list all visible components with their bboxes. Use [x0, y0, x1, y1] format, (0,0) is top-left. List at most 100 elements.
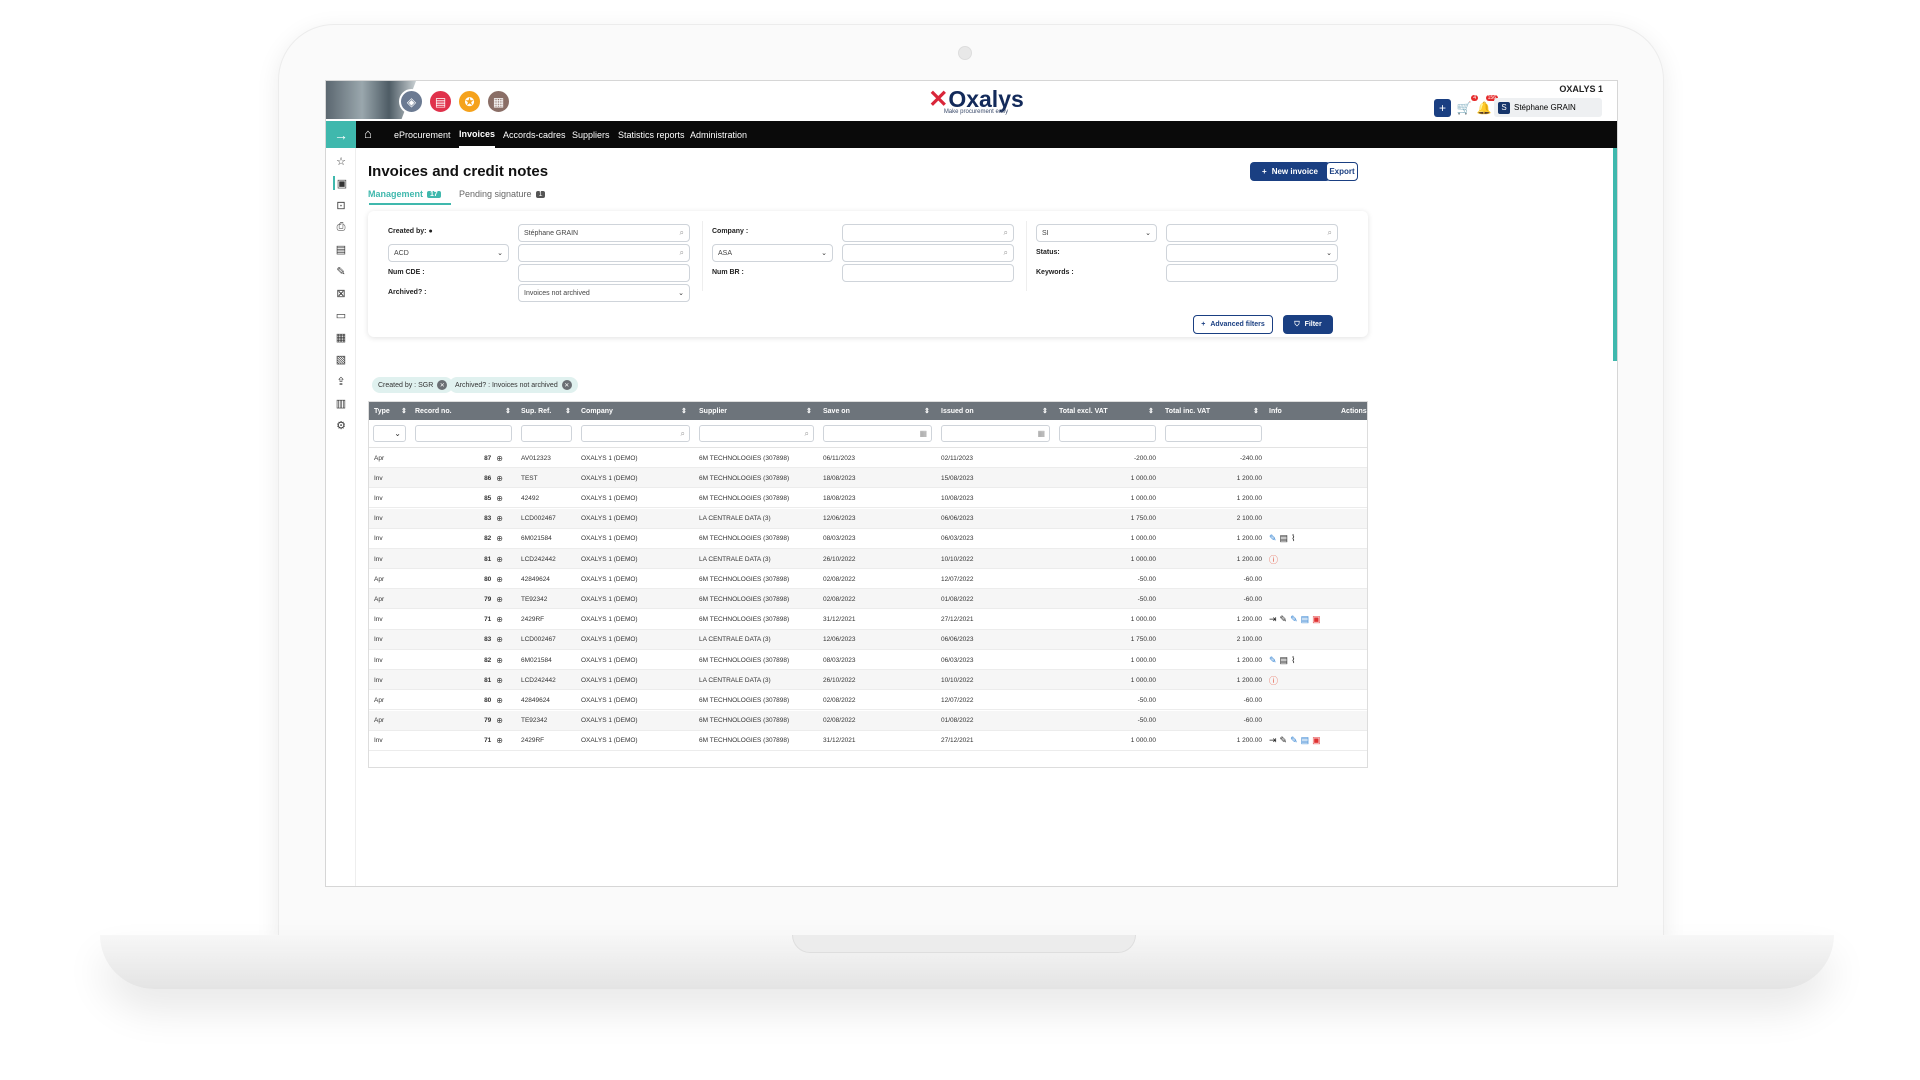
num-br-input[interactable] [842, 264, 1014, 282]
export-button[interactable]: Export [1326, 162, 1358, 181]
zoom-icon[interactable]: ⊕ [496, 555, 503, 564]
nav-statistics-reports[interactable]: Statistics reports [618, 121, 685, 148]
calendar-icon[interactable]: ▦ [333, 330, 349, 344]
edit-blue-icon[interactable]: ✎ [1269, 655, 1277, 666]
num-cde-input[interactable] [518, 264, 690, 282]
close-icon[interactable]: ✕ [437, 380, 448, 390]
archived-select[interactable]: Invoices not archived ⌄ [518, 284, 690, 302]
table-row[interactable]: Apr 79 ⊕ TE92342 OXALYS 1 (DEMO) 6M TECHNOLOG… [369, 710, 1367, 731]
user-menu[interactable]: S Stéphane GRAIN [1494, 98, 1602, 117]
nav-eprocurement[interactable]: eProcurement [394, 121, 451, 148]
warning-icon[interactable]: ⓘ [1269, 553, 1278, 566]
col-total-inc[interactable]: Total inc. VAT [1165, 402, 1210, 420]
sort-icon[interactable]: ⇕ [1253, 402, 1259, 420]
sort-icon[interactable]: ⇕ [1042, 402, 1048, 420]
zoom-icon[interactable]: ⊕ [496, 656, 503, 665]
spreadsheet-icon[interactable]: ⊠ [333, 286, 349, 300]
col-save-on[interactable]: Save on [823, 402, 850, 420]
record-filter-input[interactable] [415, 425, 512, 442]
nav-suppliers[interactable]: Suppliers [572, 121, 610, 148]
zoom-icon[interactable]: ⊕ [496, 736, 503, 745]
scan-icon[interactable]: ⊡ [333, 198, 349, 212]
cube-app-icon[interactable]: ◈ [399, 89, 424, 114]
settings-icon[interactable]: ⚙ [333, 418, 349, 432]
col-company[interactable]: Company [581, 402, 613, 420]
sort-icon[interactable]: ⇕ [565, 402, 571, 420]
table-row[interactable]: Inv 83 ⊕ LCD002467 OXALYS 1 (DEMO) LA CENTRAL… [369, 508, 1367, 529]
star-icon[interactable]: ☆ [333, 154, 349, 168]
save-date-filter[interactable]: ▦ [823, 425, 932, 442]
warning-icon[interactable]: ⓘ [1269, 674, 1278, 687]
zoom-icon[interactable]: ⊕ [496, 454, 503, 463]
company-filter-input[interactable]: ⌕ [581, 425, 690, 442]
col-type[interactable]: Type [374, 402, 390, 420]
edit-icon[interactable]: ✎ [1280, 735, 1288, 746]
table-row[interactable]: Apr 80 ⊕ 42849624 OXALYS 1 (DEMO) 6M TECHNOLO… [369, 569, 1367, 590]
table-row[interactable]: Inv 82 ⊕ 6M021584 OXALYS 1 (DEMO) 6M TECHNOLO… [369, 529, 1367, 549]
created-by-input[interactable]: Stéphane GRAIN ⌕ [518, 224, 690, 242]
col-issued-on[interactable]: Issued on [941, 402, 974, 420]
table-row[interactable]: Inv 71 ⊕ 2429RF OXALYS 1 (DEMO) 6M TECHNOLOGI… [369, 731, 1367, 751]
close-icon[interactable]: ✕ [561, 380, 572, 390]
export-icon[interactable]: ⇥ [1269, 735, 1277, 746]
invoice-icon[interactable]: ▣ [333, 176, 349, 190]
attachment-icon[interactable]: ⌇ [1291, 655, 1295, 666]
sort-icon[interactable]: ⇕ [681, 402, 687, 420]
zoom-icon[interactable]: ⊕ [496, 615, 503, 624]
document-blue-icon[interactable]: ▤ [1301, 735, 1310, 746]
sort-icon[interactable]: ⇕ [806, 402, 812, 420]
col-supplier[interactable]: Supplier [699, 402, 727, 420]
type-filter-select[interactable]: ⌄ [373, 425, 406, 442]
print-icon[interactable]: ⎙ [333, 220, 349, 234]
document-icon[interactable]: ▤ [1280, 655, 1289, 666]
advanced-filters-button[interactable]: + Advanced filters [1193, 315, 1273, 334]
excl-filter-input[interactable] [1059, 425, 1156, 442]
col-record-no[interactable]: Record no. [415, 402, 452, 420]
expand-arrow-icon[interactable]: → [326, 121, 356, 148]
attachment-icon[interactable]: ⌇ [1291, 533, 1295, 544]
acd-select[interactable]: ACD ⌄ [388, 244, 509, 262]
edit-icon[interactable]: ✎ [1280, 614, 1288, 625]
ref-filter-input[interactable] [521, 425, 572, 442]
bell-icon[interactable]: 🔔 156 [1476, 95, 1498, 117]
zoom-icon[interactable]: ⊕ [496, 716, 503, 725]
pdf-icon[interactable]: ▣ [1312, 735, 1321, 746]
table-row[interactable]: Apr 87 ⊕ AV012323 OXALYS 1 (DEMO) 6M TECHNOLO… [369, 448, 1367, 468]
cart-icon[interactable]: 🛒 4 [1456, 95, 1478, 117]
tab-pending-signature[interactable]: Pending signature 1 [459, 187, 546, 201]
si-search-input[interactable]: ⌕ [1166, 224, 1338, 242]
document-blue-icon[interactable]: ▤ [1301, 614, 1310, 625]
edit-blue-icon[interactable]: ✎ [1290, 614, 1298, 625]
table-row[interactable]: Inv 86 ⊕ TEST OXALYS 1 (DEMO) 6M TECHNOLOGIES… [369, 468, 1367, 489]
upload-icon[interactable]: ⇪ [333, 374, 349, 388]
bar-chart-icon[interactable]: ▥ [333, 396, 349, 410]
si-select[interactable]: SI ⌄ [1036, 224, 1157, 242]
col-total-excl[interactable]: Total excl. VAT [1059, 402, 1108, 420]
sort-icon[interactable]: ⇕ [505, 402, 511, 420]
zoom-icon[interactable]: ⊕ [496, 696, 503, 705]
table-row[interactable]: Apr 79 ⊕ TE92342 OXALYS 1 (DEMO) 6M TECHNOLOG… [369, 589, 1367, 610]
document-app-icon[interactable]: ▦ [486, 89, 511, 114]
nav-invoices[interactable]: Invoices [459, 121, 496, 148]
zoom-icon[interactable]: ⊕ [496, 534, 503, 543]
plus-icon[interactable]: + [1434, 99, 1451, 117]
table-row[interactable]: Inv 81 ⊕ LCD242442 OXALYS 1 (DEMO) LA CENTRAL… [369, 549, 1367, 569]
sort-icon[interactable]: ⇕ [924, 402, 930, 420]
issued-date-filter[interactable]: ▦ [941, 425, 1050, 442]
filter-button[interactable]: ⛉ Filter [1283, 315, 1333, 334]
sort-icon[interactable]: ⇕ [1148, 402, 1154, 420]
file-icon[interactable]: ▤ [333, 242, 349, 256]
coins-app-icon[interactable]: ✪ [457, 89, 482, 114]
inc-filter-input[interactable] [1165, 425, 1262, 442]
chart-app-icon[interactable]: ▤ [428, 89, 453, 114]
nav-accords-cadres[interactable]: Accords-cadres [503, 121, 566, 148]
keywords-input[interactable] [1166, 264, 1338, 282]
pen-icon[interactable]: ✎ [333, 264, 349, 278]
status-select[interactable]: ⌄ [1166, 244, 1338, 262]
zoom-icon[interactable]: ⊕ [496, 494, 503, 503]
company-input[interactable]: ⌕ [842, 224, 1014, 242]
zoom-icon[interactable]: ⊕ [496, 635, 503, 644]
zoom-icon[interactable]: ⊕ [496, 595, 503, 604]
table-row[interactable]: Inv 85 ⊕ 42492 OXALYS 1 (DEMO) 6M TECHNOLOGIE… [369, 488, 1367, 509]
home-icon[interactable]: ⌂ [364, 126, 372, 141]
